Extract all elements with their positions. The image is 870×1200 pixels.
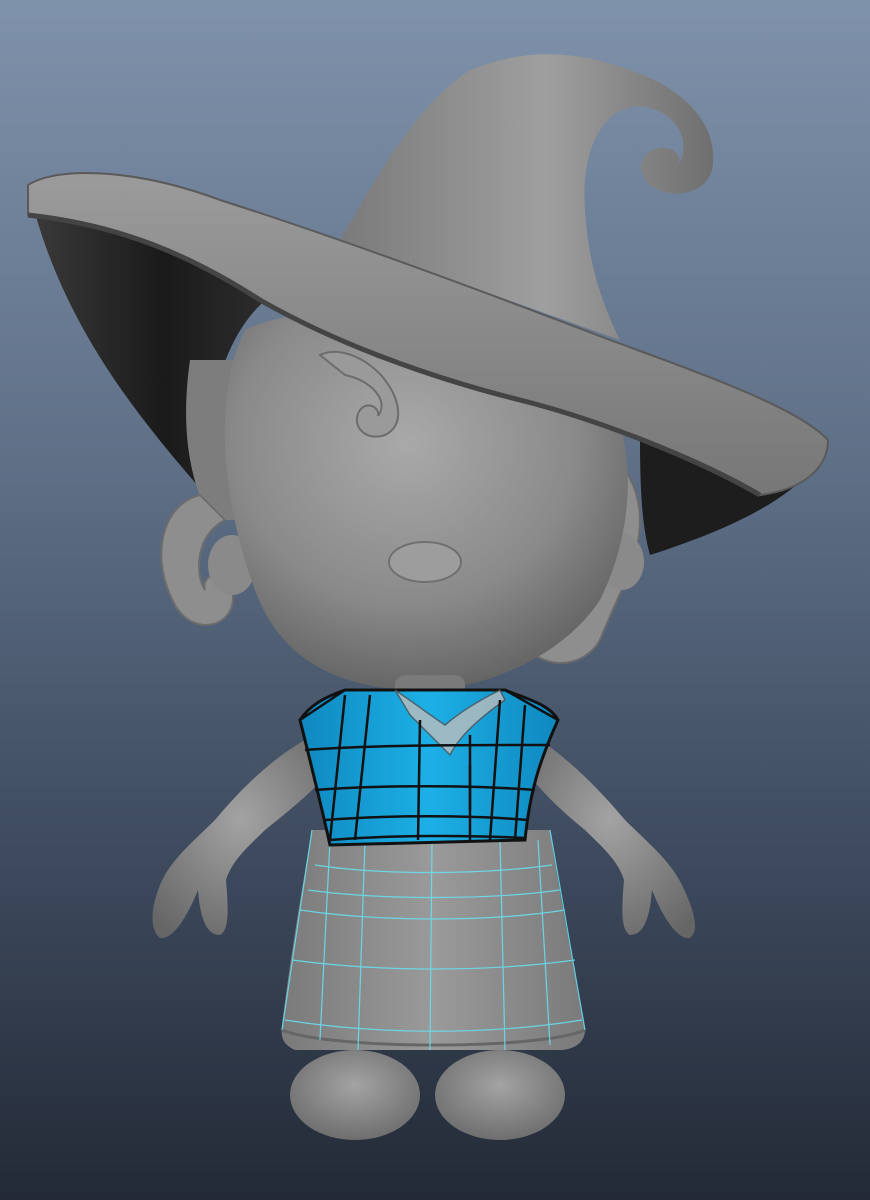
foot-left[interactable] [290, 1050, 420, 1140]
maya-viewport[interactable] [0, 0, 870, 1200]
foot-right[interactable] [435, 1050, 565, 1140]
nose[interactable] [388, 541, 462, 583]
3d-scene[interactable] [0, 0, 870, 1200]
